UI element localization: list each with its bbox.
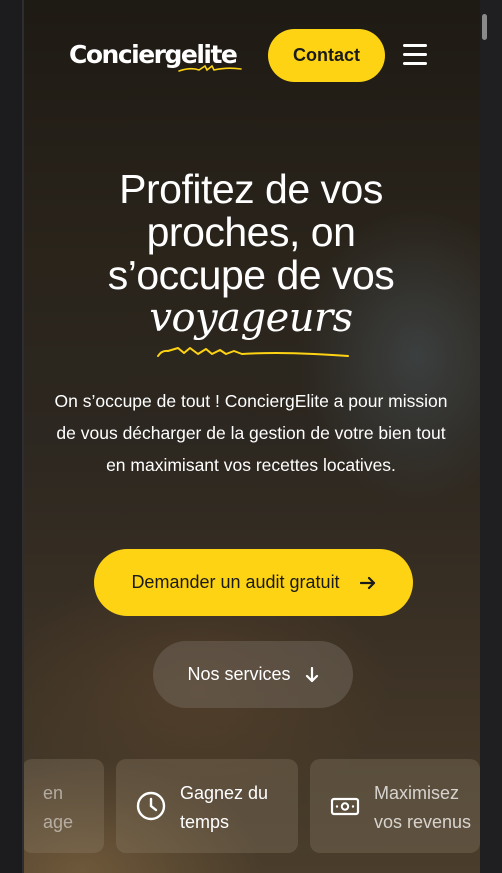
hero-title-line: proches, on: [146, 209, 356, 255]
hero-title-accent: voyageurs: [149, 295, 353, 341]
feature-line: temps: [180, 812, 230, 832]
contact-button[interactable]: Contact: [268, 29, 385, 82]
feature-line: Maximisez: [374, 783, 460, 803]
hero-section: Conciergelite Contact Profitez de vos pr…: [22, 0, 480, 873]
arrow-right-icon: [359, 576, 375, 589]
feature-card-revenue[interactable]: Maximisez vos revenus: [310, 759, 480, 853]
money-icon: [330, 797, 360, 816]
hero-title: Profitez de vos proches, on s’occupe de …: [22, 168, 480, 340]
feature-line: vos revenus: [374, 812, 472, 832]
feature-card[interactable]: en age: [22, 759, 104, 853]
audit-cta-button[interactable]: Demander un audit gratuit: [94, 549, 413, 616]
scrollbar-track[interactable]: [480, 0, 502, 873]
underline-squiggle-icon: [157, 347, 349, 357]
audit-cta-label: Demander un audit gratuit: [131, 572, 340, 592]
viewport-edge: [22, 0, 24, 873]
feature-card-time[interactable]: Gagnez du temps: [116, 759, 298, 853]
arrow-down-icon: [305, 666, 318, 682]
hamburger-menu-icon[interactable]: [403, 44, 427, 66]
logo-swoosh-icon: [178, 64, 242, 72]
services-button[interactable]: Nos services: [153, 641, 353, 708]
hero-description: On s’occupe de tout ! ConciergElite a po…: [54, 391, 448, 475]
feature-line: Gagnez du: [180, 783, 269, 803]
scrollbar-thumb[interactable]: [482, 14, 487, 40]
feature-line: en: [43, 783, 64, 803]
services-label: Nos services: [187, 664, 291, 684]
feature-line: age: [43, 812, 74, 832]
hero-title-line: Profitez de vos: [119, 166, 383, 212]
hero-title-line: s’occupe de vos: [107, 252, 395, 298]
clock-icon: [136, 791, 166, 821]
